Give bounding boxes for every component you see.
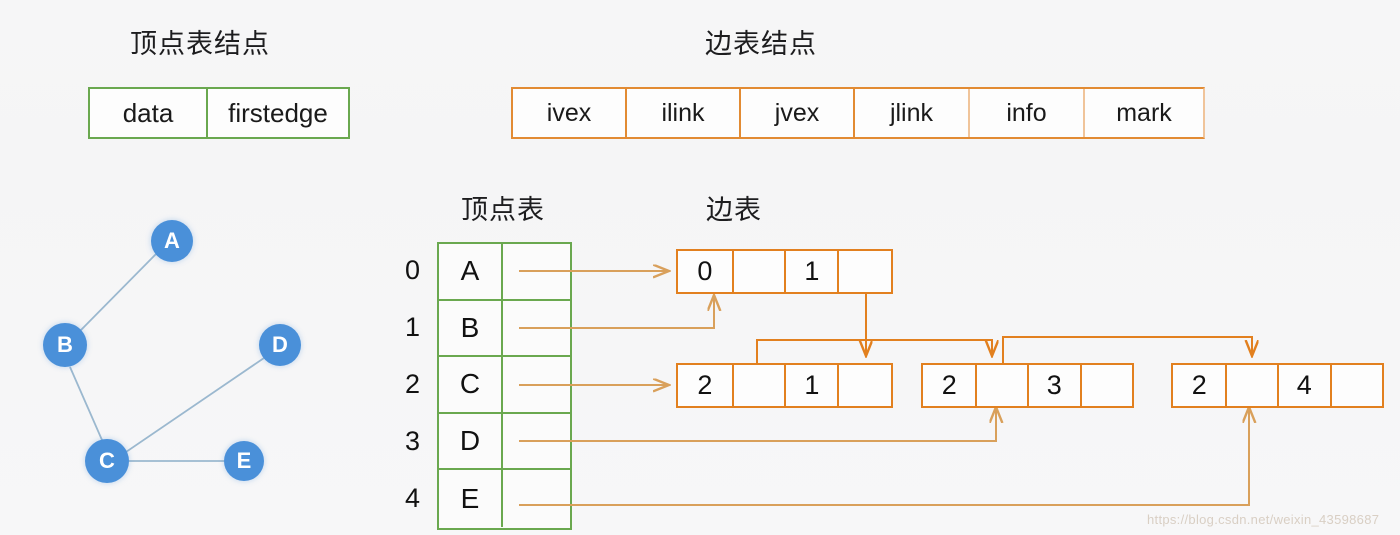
graph-node-b: B (43, 323, 87, 367)
edge-node-ab-jvex: 1 (786, 251, 840, 292)
vertex-firstedge-e (503, 470, 570, 527)
edge-node-cd[interactable]: 2 3 (921, 363, 1134, 408)
vertex-data-c: C (439, 357, 503, 412)
edge-node-cb[interactable]: 2 1 (676, 363, 893, 408)
edge-node-ab-jlink (839, 251, 891, 292)
vertex-table-row[interactable]: C (439, 357, 570, 414)
edge-node-cb-ivex: 2 (678, 365, 734, 406)
graph-node-a: A (151, 220, 193, 262)
edge-node-cb-jlink (839, 365, 891, 406)
edge-node-ce-jvex: 4 (1279, 365, 1332, 406)
edge-node-legend: ivex ilink jvex jlink info mark (511, 87, 1205, 139)
legend-cell-jlink: jlink (855, 89, 970, 137)
legend-cell-ivex: ivex (513, 89, 627, 137)
diagram-canvas: 顶点表结点 data firstedge 边表结点 ivex ilink jve… (0, 0, 1400, 535)
graph-node-c: C (85, 439, 129, 483)
vertex-table-row[interactable]: D (439, 413, 570, 471)
legend-cell-ilink: ilink (627, 89, 741, 137)
edge-node-ce[interactable]: 2 4 (1171, 363, 1384, 408)
vertex-data-a: A (439, 244, 503, 299)
link-vertex-d-to-edge (519, 408, 996, 442)
edge-node-cd-jvex: 3 (1029, 365, 1082, 406)
graph-node-e: E (224, 441, 264, 481)
vertex-index-0: 0 (404, 255, 420, 285)
vertex-table: A B C D E (437, 242, 572, 530)
edge-node-cd-ivex: 2 (923, 365, 978, 406)
vertex-data-b: B (439, 300, 503, 356)
vertex-index-3: 3 (404, 426, 420, 456)
vertex-index-4: 4 (404, 483, 420, 513)
edge-node-cd-jlink (1082, 365, 1133, 406)
edge-node-cb-ilink (734, 365, 787, 406)
legend-cell-mark: mark (1085, 89, 1203, 137)
legend-cell-jvex: jvex (741, 89, 855, 137)
edge-table-caption: 边表 (706, 195, 762, 226)
link-vertex-e-to-edge (519, 408, 1249, 506)
vertex-index-1: 1 (404, 312, 420, 342)
graph-node-d: D (259, 324, 301, 366)
vertex-index-2: 2 (404, 369, 420, 399)
vertex-table-row[interactable]: A (439, 244, 570, 301)
graph-edge-a-b (79, 253, 157, 332)
edge-node-ab-ivex: 0 (678, 251, 734, 292)
vertex-data-d: D (439, 413, 503, 469)
edge-node-cd-ilink (977, 365, 1029, 406)
watermark: https://blog.csdn.net/weixin_43598687 (1147, 512, 1380, 527)
edge-node-ce-ivex: 2 (1173, 365, 1228, 406)
edge-node-ce-ilink (1227, 365, 1279, 406)
vertex-firstedge-b (503, 301, 570, 356)
vertex-firstedge-d (503, 414, 570, 469)
legend-cell-info: info (970, 89, 1085, 137)
edge-node-ab[interactable]: 0 1 (676, 249, 893, 294)
vertex-node-legend: data firstedge (88, 87, 350, 139)
edge-node-cb-jvex: 1 (786, 365, 840, 406)
graph-edge-c-d (125, 357, 265, 453)
vertex-table-caption: 顶点表 (461, 195, 545, 226)
vertex-firstedge-a (503, 244, 570, 299)
vertex-firstedge-c (503, 357, 570, 412)
legend-cell-firstedge: firstedge (206, 89, 348, 137)
graph-edge-b-c (69, 366, 103, 441)
vertex-node-caption: 顶点表结点 (130, 29, 270, 60)
edge-node-caption: 边表结点 (705, 29, 817, 60)
vertex-data-e: E (439, 470, 503, 527)
edge-node-ab-ilink (734, 251, 787, 292)
edge-node-ce-jlink (1332, 365, 1383, 406)
vertex-table-row[interactable]: E (439, 470, 570, 527)
legend-cell-data: data (90, 89, 206, 137)
vertex-table-row[interactable]: B (439, 300, 570, 358)
